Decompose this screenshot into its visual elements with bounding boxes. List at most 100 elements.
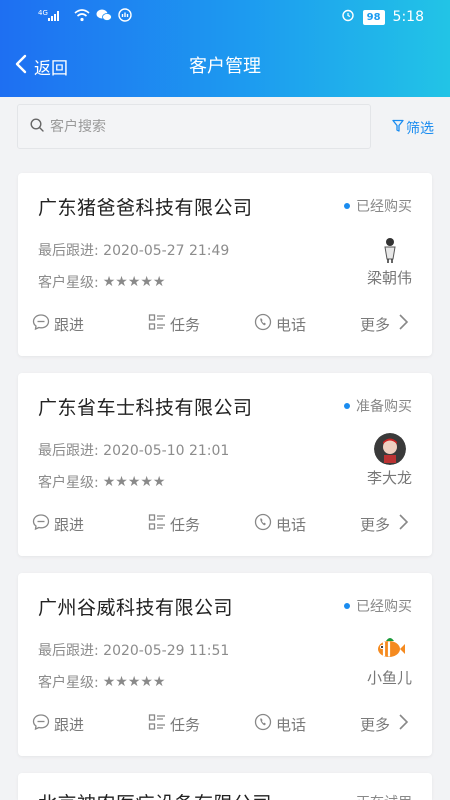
more-label: 更多 [360, 515, 391, 534]
company-name: 广州谷威科技有限公司 [38, 597, 234, 619]
avatar [374, 633, 406, 665]
status-badge: 已经购买 [344, 196, 412, 216]
more-button[interactable]: 更多 [360, 513, 412, 535]
star-level-label: 客户星级: [38, 675, 99, 691]
status-label: 正在试用 [356, 792, 412, 800]
phone-label: 电话 [276, 715, 307, 734]
status-dot [344, 403, 350, 409]
phone-icon [254, 713, 272, 735]
last-follow-time: 2020-05-27 21:49 [103, 243, 230, 259]
follow-label: 跟进 [54, 715, 85, 734]
card-actions: 跟进 任务 电话 更多 [18, 713, 432, 741]
task-list-icon [148, 713, 166, 735]
follow-button[interactable]: 跟进 [32, 713, 84, 735]
owner-name: 小鱼儿 [366, 669, 412, 687]
status-label: 准备购买 [356, 399, 412, 415]
phone-label: 电话 [276, 315, 307, 334]
star-rating: ★★★★★ [102, 674, 166, 690]
last-follow-label: 最后跟进: [38, 643, 99, 659]
filter-button[interactable]: 筛选 [392, 118, 434, 138]
nav-bar: 客户管理 返回 [0, 42, 450, 88]
comment-icon [32, 713, 50, 735]
star-level-row: 客户星级: ★★★★★ [38, 272, 165, 292]
follow-label: 跟进 [54, 315, 85, 334]
more-button[interactable]: 更多 [360, 313, 412, 335]
task-button[interactable]: 任务 [148, 513, 200, 535]
star-level-row: 客户星级: ★★★★★ [38, 672, 165, 692]
search-row: 筛选 [0, 104, 450, 150]
back-label: 返回 [34, 59, 68, 79]
filter-icon [392, 119, 404, 137]
last-follow-time: 2020-05-10 21:01 [103, 443, 230, 459]
search-input[interactable] [50, 118, 350, 135]
chevron-right-icon [394, 513, 412, 535]
avatar [374, 233, 406, 265]
customer-card[interactable]: 北京神农医疗设备有限公司 正在试用 [18, 773, 432, 800]
last-follow-row: 最后跟进: 2020-05-10 21:01 [38, 440, 229, 460]
star-rating: ★★★★★ [102, 274, 166, 290]
last-follow-row: 最后跟进: 2020-05-29 11:51 [38, 640, 229, 660]
phone-icon [254, 313, 272, 335]
follow-button[interactable]: 跟进 [32, 313, 84, 335]
status-dot [344, 603, 350, 609]
status-badge: 准备购买 [344, 396, 412, 416]
battery-indicator: 98 [362, 9, 385, 25]
clock-time: 5:18 [392, 9, 424, 25]
wechat-icon [96, 8, 112, 26]
alarm-icon [341, 8, 355, 26]
search-icon [30, 117, 44, 136]
avatar [374, 433, 406, 465]
card-actions: 跟进 任务 电话 更多 [18, 313, 432, 341]
status-badge: 正在试用 [356, 792, 412, 800]
status-icons-right: 98 5:18 [341, 8, 424, 26]
star-level-label: 客户星级: [38, 275, 99, 291]
status-label: 已经购买 [356, 199, 412, 215]
status-label: 已经购买 [356, 599, 412, 615]
more-button[interactable]: 更多 [360, 713, 412, 735]
phone-button[interactable]: 电话 [254, 313, 306, 335]
chevron-right-icon [394, 713, 412, 735]
filter-label: 筛选 [406, 121, 434, 137]
star-level-label: 客户星级: [38, 475, 99, 491]
owner-name: 李大龙 [366, 469, 412, 487]
more-label: 更多 [360, 315, 391, 334]
last-follow-label: 最后跟进: [38, 443, 99, 459]
app-notification-icon [118, 8, 132, 26]
card-actions: 跟进 任务 电话 更多 [18, 513, 432, 541]
follow-label: 跟进 [54, 515, 85, 534]
customer-card[interactable]: 广州谷威科技有限公司 已经购买 最后跟进: 2020-05-29 11:51 客… [18, 573, 432, 756]
more-label: 更多 [360, 715, 391, 734]
star-rating: ★★★★★ [102, 474, 166, 490]
last-follow-time: 2020-05-29 11:51 [103, 643, 230, 659]
task-list-icon [148, 513, 166, 535]
task-label: 任务 [170, 515, 201, 534]
star-level-row: 客户星级: ★★★★★ [38, 472, 165, 492]
follow-button[interactable]: 跟进 [32, 513, 84, 535]
back-button[interactable]: 返回 [14, 54, 68, 79]
task-button[interactable]: 任务 [148, 313, 200, 335]
phone-icon [254, 513, 272, 535]
task-label: 任务 [170, 315, 201, 334]
status-badge: 已经购买 [344, 596, 412, 616]
app-header: 4G 98 5:18 客户管理 返回 [0, 0, 450, 97]
company-name: 广东省车士科技有限公司 [38, 397, 253, 419]
customer-card[interactable]: 广东省车士科技有限公司 准备购买 最后跟进: 2020-05-10 21:01 … [18, 373, 432, 556]
phone-button[interactable]: 电话 [254, 513, 306, 535]
phone-button[interactable]: 电话 [254, 713, 306, 735]
task-button[interactable]: 任务 [148, 713, 200, 735]
task-list-icon [148, 313, 166, 335]
svg-text:4G: 4G [38, 9, 48, 17]
customer-card[interactable]: 广东猪爸爸科技有限公司 已经购买 最后跟进: 2020-05-27 21:49 … [18, 173, 432, 356]
status-icons-left: 4G [38, 8, 132, 26]
status-bar: 4G 98 5:18 [0, 0, 450, 34]
owner-name: 梁朝伟 [366, 269, 412, 287]
last-follow-label: 最后跟进: [38, 243, 99, 259]
chevron-left-icon [14, 54, 28, 79]
last-follow-row: 最后跟进: 2020-05-27 21:49 [38, 240, 229, 260]
search-box[interactable] [17, 104, 371, 149]
chevron-right-icon [394, 313, 412, 335]
phone-label: 电话 [276, 515, 307, 534]
status-dot [344, 203, 350, 209]
wifi-icon [74, 8, 90, 26]
company-name: 广东猪爸爸科技有限公司 [38, 197, 253, 219]
